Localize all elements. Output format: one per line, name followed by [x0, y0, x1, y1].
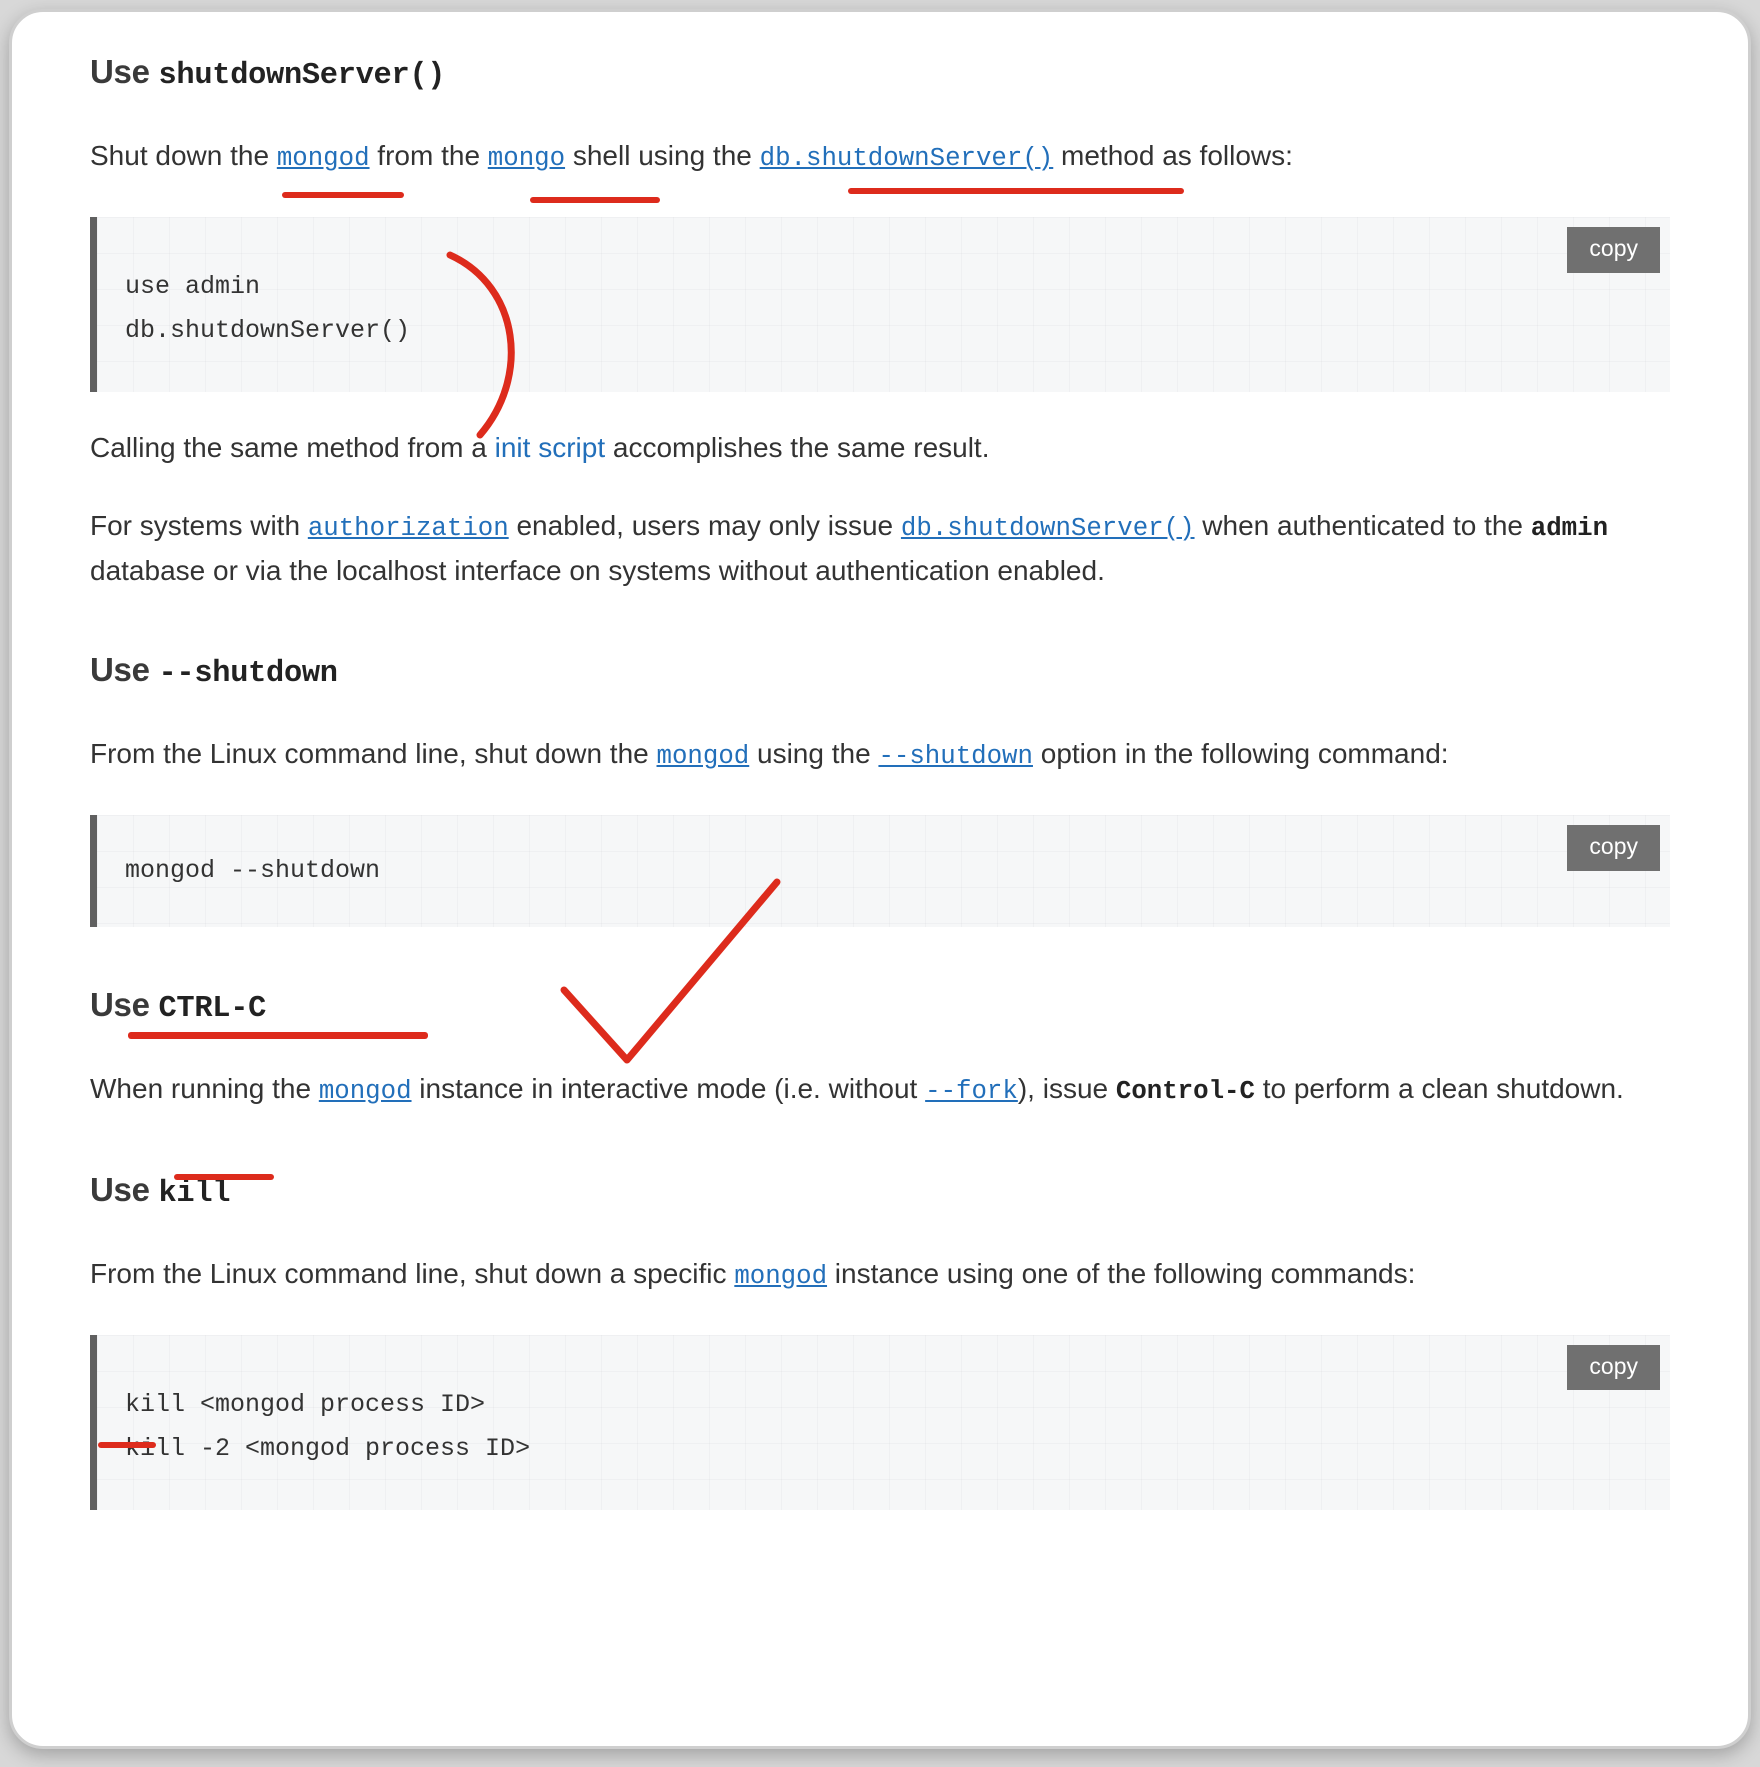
page-content: Use shutdownServer() Shut down the mongo… [12, 12, 1748, 1510]
code-block: copy kill <mongod process ID> kill -2 <m… [90, 1335, 1670, 1511]
code-block: copy use admin db.shutdownServer() [90, 217, 1670, 393]
heading-code: CTRL-C [159, 992, 267, 1026]
text: enabled, users may only issue [509, 510, 901, 541]
link-mongod[interactable]: mongod [734, 1262, 827, 1291]
paragraph: When running the mongod instance in inte… [90, 1067, 1670, 1112]
page-frame: Use shutdownServer() Shut down the mongo… [9, 9, 1751, 1749]
text: shell using the [565, 140, 760, 171]
link-shutdownserver[interactable]: db.shutdownServer() [760, 144, 1054, 173]
copy-button[interactable]: copy [1567, 825, 1660, 871]
heading-prefix: Use [90, 1171, 159, 1208]
paragraph: From the Linux command line, shut down a… [90, 1252, 1670, 1297]
link-shutdownserver[interactable]: db.shutdownServer() [901, 514, 1195, 543]
text: when authenticated to the [1195, 510, 1531, 541]
link-mongo[interactable]: mongo [488, 144, 565, 173]
code-content: kill <mongod process ID> kill -2 <mongod… [125, 1383, 1642, 1471]
link-init-script[interactable]: init script [495, 432, 605, 463]
heading-code: kill [159, 1177, 231, 1211]
text: instance in interactive mode (i.e. witho… [412, 1073, 926, 1104]
copy-button[interactable]: copy [1567, 227, 1660, 273]
copy-button[interactable]: copy [1567, 1345, 1660, 1391]
paragraph: For systems with authorization enabled, … [90, 504, 1670, 592]
text: ), issue [1018, 1073, 1116, 1104]
text: to perform a clean shutdown. [1255, 1073, 1624, 1104]
link-mongod[interactable]: mongod [319, 1077, 412, 1106]
heading-shutdown-flag: Use --shutdown [90, 644, 1670, 698]
text: Shut down the [90, 140, 277, 171]
link-authorization[interactable]: authorization [308, 514, 509, 543]
text: method as follows: [1053, 140, 1293, 171]
text: option in the following command: [1033, 738, 1449, 769]
text: instance using one of the following comm… [827, 1258, 1415, 1289]
text: accomplishes the same result. [605, 432, 989, 463]
paragraph: From the Linux command line, shut down t… [90, 732, 1670, 777]
text: Calling the same method from a [90, 432, 495, 463]
code-admin: admin [1531, 514, 1608, 543]
heading-ctrl-c: Use CTRL-C [90, 979, 1670, 1033]
paragraph: Calling the same method from a init scri… [90, 426, 1670, 469]
code-content: use admin db.shutdownServer() [125, 265, 1642, 353]
text: From the Linux command line, shut down t… [90, 738, 657, 769]
heading-shutdownserver: Use shutdownServer() [90, 46, 1670, 100]
heading-code: shutdownServer() [159, 59, 446, 93]
link-fork[interactable]: --fork [925, 1077, 1018, 1106]
code-control-c: Control-C [1116, 1077, 1255, 1106]
heading-prefix: Use [90, 53, 159, 90]
code-block: copy mongod --shutdown [90, 815, 1670, 927]
paragraph: Shut down the mongod from the mongo shel… [90, 134, 1670, 179]
text: From the Linux command line, shut down a… [90, 1258, 734, 1289]
text: When running the [90, 1073, 319, 1104]
link-shutdown-flag[interactable]: --shutdown [878, 742, 1033, 771]
text: For systems with [90, 510, 308, 541]
text: from the [370, 140, 488, 171]
heading-code: --shutdown [159, 657, 338, 691]
code-content: mongod --shutdown [125, 849, 1642, 893]
link-mongod[interactable]: mongod [277, 144, 370, 173]
heading-kill: Use kill [90, 1164, 1670, 1218]
text: using the [749, 738, 878, 769]
text: database or via the localhost interface … [90, 555, 1105, 586]
link-mongod[interactable]: mongod [657, 742, 750, 771]
heading-prefix: Use [90, 986, 159, 1023]
heading-prefix: Use [90, 651, 159, 688]
